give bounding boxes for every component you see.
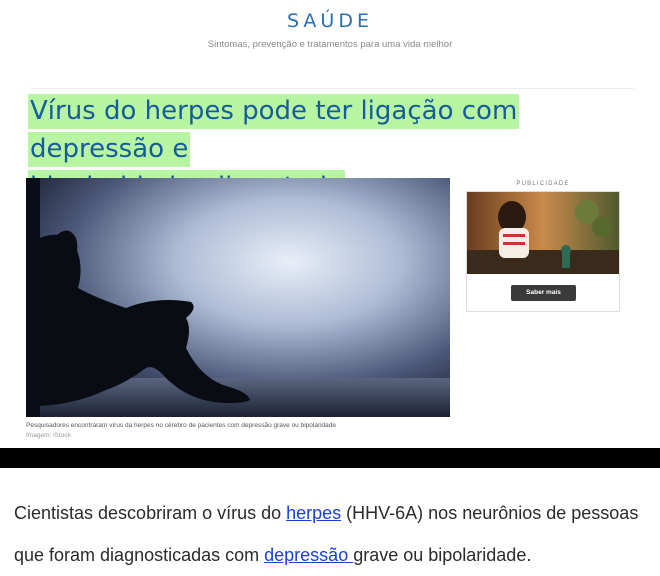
ad-cta-button[interactable]: Saber mais bbox=[511, 285, 576, 301]
ad-image[interactable] bbox=[467, 192, 619, 274]
headline-line-1: Vírus do herpes pode ter ligação com dep… bbox=[28, 94, 520, 167]
section-tagline: Sintomas, prevenção e tratamentos para u… bbox=[207, 39, 453, 50]
image-credit: Imagem: iStock bbox=[26, 432, 71, 439]
article-body-paragraph: Cientistas descobriram o vírus do herpes… bbox=[14, 492, 660, 576]
ad-label: PUBLICIDADE bbox=[516, 181, 570, 187]
body-text-1: Cientistas descobriram o vírus do bbox=[14, 503, 287, 523]
article-hero-image bbox=[26, 178, 450, 417]
herpes-link[interactable]: herpes bbox=[286, 503, 341, 523]
image-caption: Pesquisadores encontraram vírus da herpe… bbox=[26, 422, 337, 429]
body-text-3: grave ou bipolaridade. bbox=[353, 545, 532, 565]
separator-band bbox=[0, 448, 660, 468]
header-divider bbox=[30, 88, 634, 89]
section-brand-title[interactable]: SAÚDE bbox=[0, 10, 660, 32]
depressao-link[interactable]: depressão bbox=[264, 545, 353, 565]
